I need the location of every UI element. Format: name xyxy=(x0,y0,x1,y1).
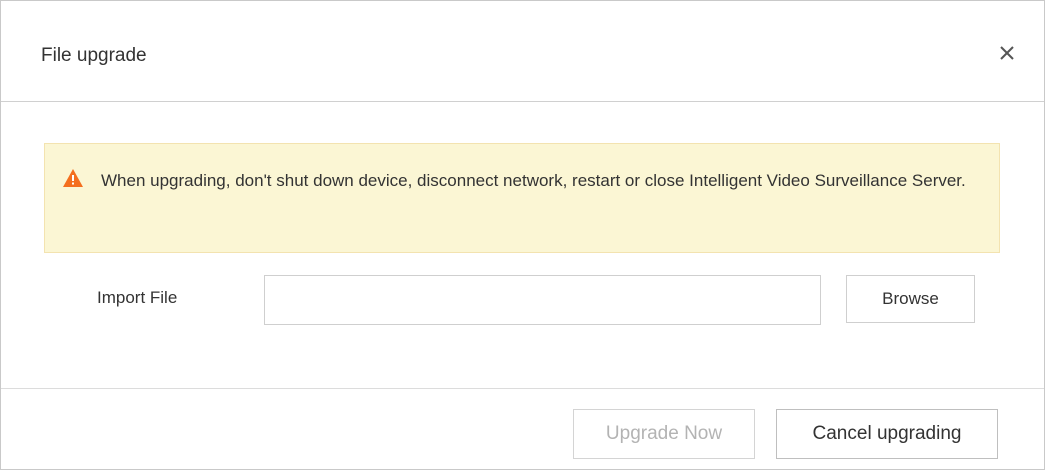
import-file-input[interactable] xyxy=(264,275,821,325)
file-upgrade-dialog: File upgrade When upgrading, don't shut … xyxy=(0,0,1045,470)
warning-triangle-icon xyxy=(62,168,84,188)
close-icon[interactable] xyxy=(996,42,1018,64)
cancel-upgrading-button[interactable]: Cancel upgrading xyxy=(776,409,998,459)
dialog-header: File upgrade xyxy=(1,1,1044,102)
dialog-title: File upgrade xyxy=(41,45,147,66)
dialog-footer: Upgrade Now Cancel upgrading xyxy=(1,388,1044,470)
warning-banner: When upgrading, don't shut down device, … xyxy=(44,143,1000,253)
import-file-label: Import File xyxy=(97,288,178,307)
browse-button[interactable]: Browse xyxy=(846,275,975,323)
upgrade-now-button[interactable]: Upgrade Now xyxy=(573,409,755,459)
warning-text: When upgrading, don't shut down device, … xyxy=(101,171,966,190)
